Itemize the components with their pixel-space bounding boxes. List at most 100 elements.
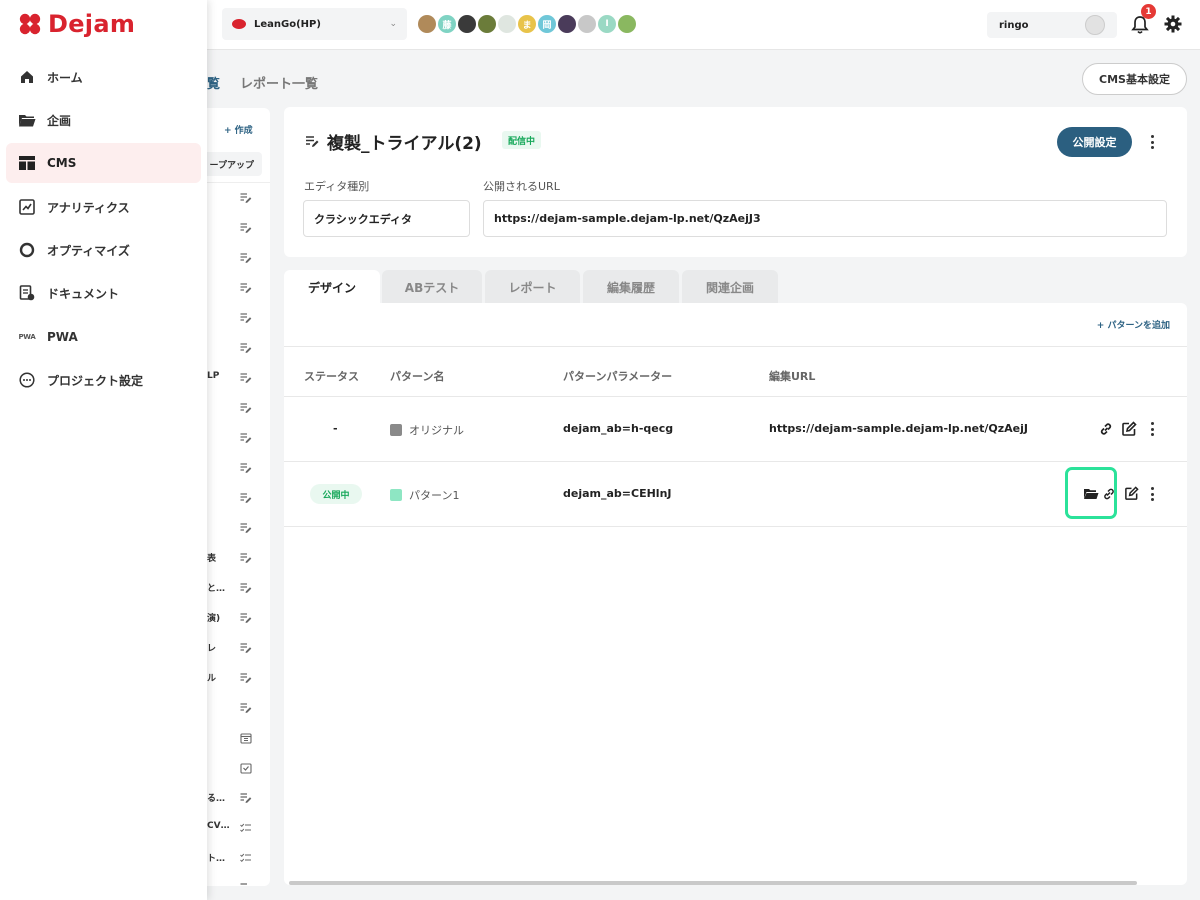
edit-icon	[240, 403, 252, 413]
list-item[interactable]	[200, 218, 270, 238]
list-item[interactable]: 表	[200, 548, 270, 568]
more-circle-icon	[18, 371, 36, 389]
edit-icon	[240, 253, 252, 263]
table-row[interactable]: - オリジナル dejam_ab=h-qecg https://dejam-sa…	[284, 397, 1187, 461]
sidenav-item-optimize[interactable]: オプティマイズ	[6, 230, 201, 270]
checklist-icon	[240, 853, 251, 863]
member-avatar[interactable]	[418, 15, 436, 33]
optimize-icon	[18, 241, 36, 259]
edit-icon[interactable]	[1121, 421, 1137, 437]
dejam-logo-icon	[19, 13, 41, 35]
tab-related-plans[interactable]: 関連企画	[682, 270, 778, 304]
list-item[interactable]	[200, 698, 270, 718]
member-avatar[interactable]	[458, 15, 476, 33]
user-menu[interactable]: ringo	[987, 12, 1117, 38]
create-button[interactable]: + 作成	[224, 123, 253, 136]
sidenav-item-pwa[interactable]: PWA PWA	[6, 317, 201, 357]
list-item[interactable]: 演)	[200, 608, 270, 628]
list-item[interactable]: CV…	[200, 818, 270, 838]
divider	[284, 526, 1187, 527]
editor-type-field[interactable]: クラシックエディタ	[303, 200, 470, 237]
pwa-icon-text: PWA	[18, 333, 36, 341]
list-item[interactable]	[200, 518, 270, 538]
gear-icon[interactable]	[1164, 15, 1182, 33]
list-item[interactable]: ル	[200, 668, 270, 688]
sidenav-label: CMS	[47, 156, 77, 170]
list-item[interactable]: ト…	[200, 848, 270, 868]
member-avatar[interactable]	[478, 15, 496, 33]
edit-icon	[240, 883, 247, 885]
edit-icon[interactable]	[1124, 486, 1139, 501]
sidenav-label: プロジェクト設定	[47, 373, 144, 388]
tab-ab-test[interactable]: ABテスト	[382, 270, 482, 304]
list-item[interactable]	[200, 728, 270, 748]
member-avatar[interactable]: 藤	[438, 15, 456, 33]
pwa-icon: PWA	[18, 328, 36, 346]
member-avatar[interactable]	[578, 15, 596, 33]
public-url-field[interactable]: https://dejam-sample.dejam-lp.net/QzAejJ…	[483, 200, 1167, 237]
more-vertical-icon[interactable]	[1149, 486, 1155, 502]
sidenav-item-plan[interactable]: 企画	[6, 100, 201, 140]
more-vertical-icon[interactable]	[1149, 134, 1155, 150]
list-item[interactable]: LP	[200, 368, 270, 388]
link-icon[interactable]	[1098, 421, 1114, 437]
publish-settings-button[interactable]: 公開設定	[1057, 127, 1132, 157]
horizontal-scrollbar[interactable]	[289, 881, 1137, 885]
table-row[interactable]: 公開中 パターン1 dejam_ab=CEHlnJ	[284, 462, 1187, 526]
sidenav-item-document[interactable]: ドキュメント	[6, 273, 201, 313]
sidenav-item-analytics[interactable]: アナリティクス	[6, 187, 201, 227]
list-item[interactable]	[200, 428, 270, 448]
editor-type-label: エディタ種別	[304, 180, 370, 193]
column-header-status: ステータス	[304, 370, 359, 383]
list-item[interactable]: る…	[200, 788, 270, 808]
list-item[interactable]	[200, 488, 270, 508]
member-avatar[interactable]	[618, 15, 636, 33]
sidenav-label: PWA	[47, 330, 78, 344]
member-avatar[interactable]: I	[598, 15, 616, 33]
sidenav-item-cms[interactable]: CMS	[6, 143, 201, 183]
list-item[interactable]	[200, 308, 270, 328]
tab-report-list[interactable]: レポート一覧	[240, 73, 318, 92]
member-avatar[interactable]: ま	[518, 15, 536, 33]
divider	[200, 182, 270, 183]
list-item[interactable]	[200, 338, 270, 358]
list-item[interactable]	[200, 188, 270, 208]
user-name: ringo	[999, 19, 1029, 31]
list-item-label: CV…	[207, 821, 230, 831]
sidenav-item-project-settings[interactable]: プロジェクト設定	[6, 360, 201, 400]
edit-url-cell[interactable]: https://dejam-sample.dejam-lp.net/QzAejJ	[769, 422, 1028, 435]
list-item[interactable]	[200, 398, 270, 418]
status-badge: 配信中	[502, 131, 542, 149]
pattern-name-cell: オリジナル	[390, 422, 464, 438]
member-avatar[interactable]: 岡	[538, 15, 556, 33]
column-header-edit-url: 編集URL	[769, 370, 816, 383]
cms-settings-button[interactable]: CMS基本設定	[1082, 63, 1187, 95]
sidenav-label: アナリティクス	[47, 200, 130, 215]
project-select[interactable]: LeanGo(HP) ⌄	[222, 8, 407, 40]
list-item[interactable]	[200, 878, 270, 886]
pattern-name-cell: パターン1	[390, 487, 459, 503]
list-item[interactable]: と…	[200, 578, 270, 598]
list-item[interactable]	[200, 458, 270, 478]
tab-design[interactable]: デザイン	[284, 270, 380, 304]
public-url-label: 公開されるURL	[483, 180, 560, 193]
edit-icon	[240, 703, 252, 713]
list-item[interactable]	[200, 758, 270, 778]
member-avatar[interactable]	[498, 15, 516, 33]
add-pattern-button[interactable]: + パターンを追加	[1097, 318, 1170, 331]
pattern-color-swatch	[390, 489, 402, 501]
edit-icon	[240, 613, 252, 623]
brand-logo[interactable]: Dejam	[18, 10, 135, 38]
tab-list[interactable]: 覧	[207, 73, 220, 92]
tab-report[interactable]: レポート	[485, 270, 580, 304]
tab-edit-history[interactable]: 編集履歴	[583, 270, 679, 304]
list-item[interactable]: レ	[200, 638, 270, 658]
list-item-label: ル	[207, 674, 217, 684]
member-avatar[interactable]	[558, 15, 576, 33]
list-item[interactable]	[200, 278, 270, 298]
sidenav-item-home[interactable]: ホーム	[6, 57, 201, 97]
more-vertical-icon[interactable]	[1149, 421, 1155, 437]
list-item[interactable]	[200, 248, 270, 268]
group-button[interactable]: ープアップ	[200, 152, 262, 176]
list-item-label: 表	[207, 554, 217, 564]
